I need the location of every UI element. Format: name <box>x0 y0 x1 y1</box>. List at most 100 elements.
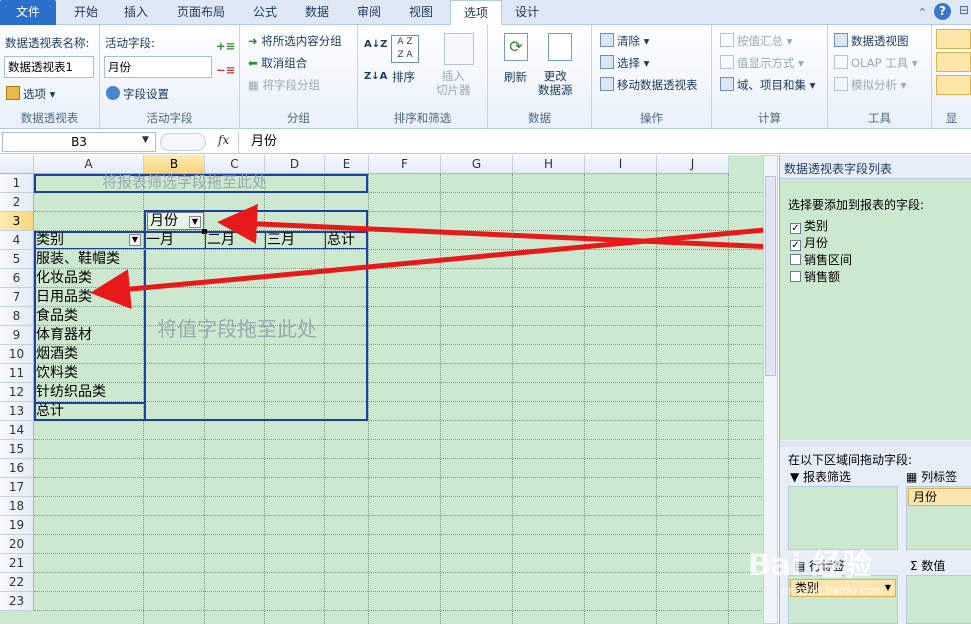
headers-toggle[interactable] <box>936 75 971 95</box>
expand-field-icon[interactable]: +≡ <box>216 39 235 53</box>
group-label-sort-filter: 排序和筛选 <box>393 111 452 125</box>
refresh-icon: ⟳ <box>504 33 528 61</box>
insert-function-icon[interactable]: fx <box>218 133 229 147</box>
report-filter-text: 报表筛选 <box>803 470 852 484</box>
column-labels-text: 列标签 <box>921 470 958 484</box>
fields-items-sets-label: 域、项目和集 <box>737 78 806 92</box>
pivot-chart-label: 数据透视图 <box>851 34 909 48</box>
field-list-toggle[interactable] <box>936 29 971 49</box>
clear-icon <box>600 33 614 47</box>
summarize-by-button[interactable]: 按值汇总 ▾ <box>720 33 792 49</box>
formula-resize-handle[interactable] <box>160 133 206 151</box>
filter-icon: ▼ <box>790 470 804 484</box>
group-label-pivottable: 数据透视表 <box>20 111 79 125</box>
pivot-chart-icon <box>834 33 848 47</box>
group-selection-label: 将所选内容分组 <box>261 34 342 48</box>
group-label-calculations: 计算 <box>758 111 781 125</box>
name-box[interactable]: B3 <box>2 132 156 152</box>
ungroup-button[interactable]: ⬅ 取消组合 <box>248 55 307 71</box>
tab-data[interactable]: 数据 <box>294 0 340 25</box>
group-label-tools: 工具 <box>868 111 891 125</box>
options-label: 选项 <box>23 87 46 101</box>
sales-checkbox[interactable] <box>790 271 801 282</box>
fields-items-sets-button[interactable]: 域、项目和集 ▾ <box>720 77 815 93</box>
clear-button[interactable]: 清除 ▾ <box>600 33 649 49</box>
field-item-sales[interactable]: 销售额 <box>790 268 840 285</box>
slicer-icon <box>444 33 474 65</box>
category-checkbox[interactable]: ✓ <box>790 223 801 234</box>
field-settings-button[interactable]: 字段设置 <box>106 86 169 102</box>
tab-view[interactable]: 视图 <box>398 0 444 25</box>
group-field-icon: ▦ <box>248 78 263 92</box>
group-show: 显 <box>932 25 971 129</box>
name-box-dropdown-icon[interactable]: ▼ <box>142 135 149 145</box>
tab-home[interactable]: 开始 <box>62 0 110 25</box>
sales-range-checkbox[interactable] <box>790 254 801 265</box>
options-button[interactable]: 选项 ▾ <box>6 86 55 102</box>
insert-slicer-button[interactable]: 插入 切片器 <box>436 69 471 97</box>
minimize-ribbon-icon[interactable]: ⌃ <box>918 6 927 19</box>
field-item-month[interactable]: ✓ 月份 <box>790 234 828 251</box>
active-field-input[interactable]: 月份 <box>104 56 212 78</box>
formula-input[interactable]: 月份 <box>238 131 971 153</box>
values-area-label: Σ 数值 <box>910 557 945 574</box>
group-arrow-icon: ➜ <box>248 34 262 48</box>
select-icon <box>600 55 614 69</box>
what-if-button[interactable]: 模拟分析 ▾ <box>834 77 906 93</box>
group-selection-button[interactable]: ➜ 将所选内容分组 <box>248 33 342 49</box>
sort-desc-icon[interactable]: Z↓A <box>364 71 387 82</box>
change-source-icon <box>548 33 572 61</box>
olap-tools-label: OLAP 工具 <box>851 56 909 70</box>
pt-name-input[interactable]: 数据透视表1 <box>4 56 94 78</box>
annotation-arrows <box>90 203 776 310</box>
drag-fields-label: 在以下区域间拖动字段: <box>788 453 913 467</box>
scrollbar-thumb[interactable] <box>765 176 776 376</box>
tab-file[interactable]: 文件 <box>0 0 56 25</box>
group-field-button[interactable]: ▦ 将字段分组 <box>248 77 320 93</box>
sort-icon: A ZZ A <box>391 35 419 63</box>
category-field-label: 类别 <box>804 219 829 233</box>
tab-options[interactable]: 选项 <box>450 0 502 26</box>
more-icon[interactable]: ⊟ <box>959 3 969 17</box>
tab-review[interactable]: 审阅 <box>346 0 392 25</box>
olap-tools-button[interactable]: OLAP 工具 ▾ <box>834 55 918 71</box>
panel-splitter[interactable] <box>780 441 971 447</box>
show-values-as-button[interactable]: 值显示方式 ▾ <box>720 55 804 71</box>
tab-page-layout[interactable]: 页面布局 <box>166 0 236 25</box>
month-checkbox[interactable]: ✓ <box>790 240 801 251</box>
show-values-icon <box>720 55 734 69</box>
help-icon[interactable]: ? <box>934 3 951 20</box>
field-item-sales-range[interactable]: 销售区间 <box>790 251 852 268</box>
values-box[interactable] <box>906 575 971 624</box>
group-actions: 清除 ▾ 选择 ▾ 移动数据透视表 操作 <box>592 25 712 129</box>
move-pivottable-button[interactable]: 移动数据透视表 <box>600 77 698 93</box>
worksheet-grid[interactable]: ABCDEFGHIJ 1 2 3 4 5 6 7 8 9 10 11 12 13 14 15 16 17 18 19… <box>0 155 778 624</box>
field-settings-label: 字段设置 <box>123 87 169 101</box>
change-source-button[interactable]: 更改 数据源 <box>538 69 573 97</box>
field-item-category[interactable]: ✓ 类别 <box>790 217 828 234</box>
watermark-logo: Bai 经验 <box>748 548 872 583</box>
tab-insert[interactable]: 插入 <box>112 0 160 25</box>
row-chip-dropdown-icon[interactable]: ▼ <box>885 580 891 596</box>
ungroup-label: 取消组合 <box>261 56 308 70</box>
ribbon-tabs: 文件 开始 插入 页面布局 公式 数据 审阅 视图 选项 设计 ⌃ ? ⊟ <box>0 0 971 26</box>
group-label-group: 分组 <box>287 111 310 125</box>
select-button[interactable]: 选择 ▾ <box>600 55 649 71</box>
select-label: 选择 <box>617 56 640 70</box>
options-icon <box>6 86 20 100</box>
tab-design[interactable]: 设计 <box>504 0 550 25</box>
what-if-icon <box>834 77 848 91</box>
buttons-toggle[interactable] <box>936 52 971 72</box>
sort-button[interactable]: 排序 <box>392 69 415 85</box>
group-calculations: 按值汇总 ▾ 值显示方式 ▾ 域、项目和集 ▾ 计算 <box>712 25 828 129</box>
refresh-button[interactable]: 刷新 <box>504 69 527 85</box>
column-field-chip[interactable]: 月份 <box>908 488 971 506</box>
collapse-field-icon[interactable]: −≡ <box>216 63 235 77</box>
field-list-title: 数据透视表字段列表 <box>784 162 893 176</box>
summarize-icon <box>720 33 734 47</box>
sort-asc-icon[interactable]: A↓Z <box>364 39 387 50</box>
group-label-actions: 操作 <box>640 111 663 125</box>
pivot-chart-button[interactable]: 数据透视图 <box>834 33 909 49</box>
active-field-label: 活动字段: <box>105 36 155 50</box>
tab-formulas[interactable]: 公式 <box>242 0 288 25</box>
